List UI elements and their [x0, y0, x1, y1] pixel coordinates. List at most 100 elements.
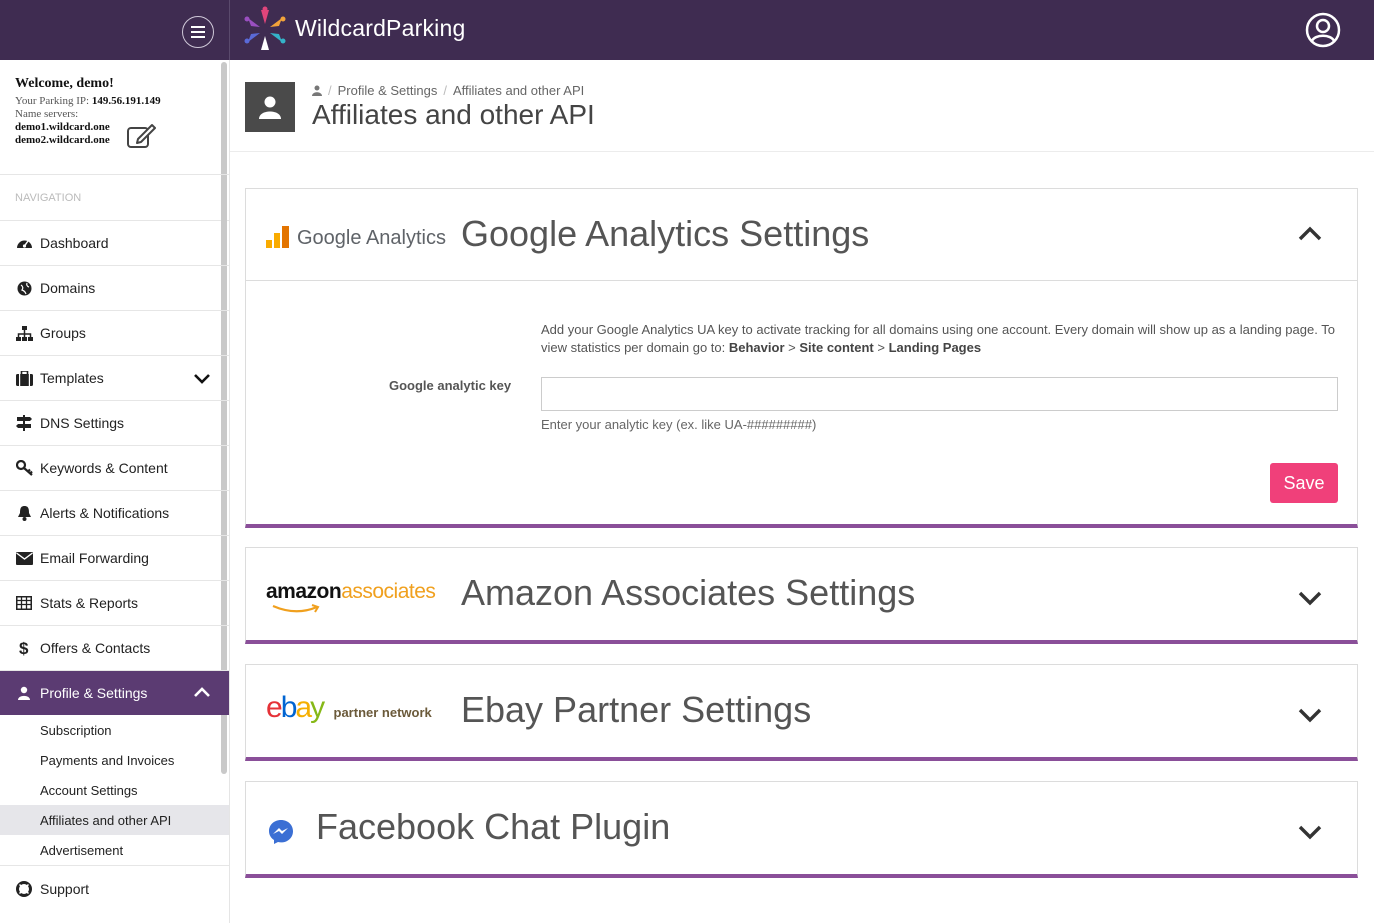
- ebay-partner-panel: ebay partner network Ebay Partner Settin…: [245, 664, 1358, 761]
- brand-name: WildcardParking: [295, 15, 466, 41]
- ebay-partner-title: Ebay Partner Settings: [461, 689, 812, 730]
- sidebar-item-label: Offers & Contacts: [40, 640, 151, 656]
- google-analytics-panel-header[interactable]: Google Analytics Google Analytics Settin…: [246, 189, 1357, 280]
- save-button[interactable]: Save: [1270, 463, 1338, 503]
- chevron-up-icon[interactable]: [1298, 222, 1322, 246]
- google-analytics-logo-icon: [266, 226, 289, 248]
- google-analytic-key-input[interactable]: [541, 377, 1338, 411]
- ebay-logo-a: a: [295, 691, 312, 724]
- sidebar-item-label: Email Forwarding: [40, 550, 149, 566]
- page-title: Affiliates and other API: [312, 99, 595, 130]
- sidebar-item-label: Dashboard: [40, 235, 109, 251]
- breadcrumb-separator: /: [443, 83, 447, 98]
- breadcrumb-current: Affiliates and other API: [452, 83, 585, 98]
- google-analytic-key-help: Enter your analytic key (ex. like UA-###…: [541, 417, 817, 432]
- chevron-down-icon[interactable]: [193, 369, 211, 387]
- hamburger-menu-button[interactable]: [182, 16, 214, 48]
- bell-icon: [15, 504, 33, 522]
- sidebar-item-stats-reports[interactable]: Stats & Reports: [0, 581, 229, 626]
- facebook-chat-panel-header[interactable]: Facebook Chat Plugin: [246, 782, 1357, 873]
- amazon-associates-title: Amazon Associates Settings: [461, 572, 916, 613]
- sidebar-item-label: Keywords & Content: [40, 460, 168, 476]
- top-bar: WildcardParking: [0, 0, 1374, 60]
- chevron-down-icon[interactable]: [1298, 703, 1322, 727]
- amazon-associates-panel: amazonassociates Amazon Associates Setti…: [245, 547, 1358, 644]
- facebook-chat-panel: Facebook Chat Plugin: [245, 781, 1358, 878]
- name-servers-label: Name servers:: [15, 108, 79, 120]
- user-icon: [259, 96, 281, 119]
- google-analytic-key-label: Google analytic key: [389, 378, 512, 393]
- name-server-1: demo1.wildcard.one: [15, 121, 110, 133]
- sidebar-item-support[interactable]: Support: [0, 866, 229, 911]
- table-icon: [15, 594, 33, 612]
- sidebar-item-alerts[interactable]: Alerts & Notifications: [0, 491, 229, 536]
- path-separator: >: [788, 340, 796, 355]
- submenu-item-advertisement[interactable]: Advertisement: [0, 835, 229, 865]
- facebook-chat-title: Facebook Chat Plugin: [316, 806, 671, 847]
- sidebar-item-email-forwarding[interactable]: Email Forwarding: [0, 536, 229, 581]
- path-behavior: Behavior: [728, 340, 785, 355]
- sidebar-item-label: Alerts & Notifications: [40, 505, 170, 521]
- partner-network-text: partner network: [333, 705, 432, 720]
- sidebar-item-label: Stats & Reports: [40, 595, 139, 611]
- parking-ip-label: Your Parking IP:: [15, 95, 90, 107]
- path-site-content: Site content: [799, 340, 874, 355]
- wildcard-logo-icon: [244, 6, 286, 50]
- page-header: / Profile & Settings / Affiliates and ot…: [230, 60, 1374, 152]
- topbar-divider: [229, 0, 230, 60]
- sidebar-item-label: Domains: [40, 280, 96, 296]
- chevron-down-icon[interactable]: [1298, 586, 1322, 610]
- sidebar-item-offers-contacts[interactable]: $ Offers & Contacts: [0, 626, 229, 671]
- home-user-icon[interactable]: [312, 85, 322, 96]
- sidebar-item-label: Templates: [40, 370, 104, 386]
- key-icon: [15, 459, 33, 477]
- sidebar-item-domains[interactable]: Domains: [0, 266, 229, 311]
- breadcrumb-separator: /: [328, 83, 332, 98]
- path-separator: >: [877, 340, 885, 355]
- parking-ip-line: Your Parking IP: 149.56.191.149: [15, 95, 229, 108]
- chevron-up-icon[interactable]: [193, 684, 211, 702]
- sidebar-item-label: DNS Settings: [40, 415, 125, 431]
- submenu-item-affiliates-api[interactable]: Affiliates and other API: [0, 805, 229, 835]
- navigation-header: NAVIGATION: [0, 175, 229, 221]
- welcome-block: Welcome, demo! Your Parking IP: 149.56.1…: [0, 60, 229, 175]
- welcome-text: Welcome, demo!: [15, 76, 114, 91]
- breadcrumb-profile-settings[interactable]: Profile & Settings: [338, 83, 438, 98]
- ebay-logo-e: e: [266, 691, 283, 724]
- globe-icon: [15, 279, 33, 297]
- sidebar-item-groups[interactable]: Groups: [0, 311, 229, 356]
- amazon-associates-logo: amazonassociates: [266, 580, 436, 604]
- google-analytics-logo-text: Google Analytics: [297, 227, 446, 249]
- sidebar-item-profile-settings[interactable]: Profile & Settings: [0, 671, 229, 715]
- ebay-logo-y: y: [310, 691, 325, 724]
- chevron-down-icon[interactable]: [1298, 820, 1322, 844]
- briefcase-icon: [15, 369, 33, 387]
- ebay-logo-b: b: [280, 691, 298, 724]
- signpost-icon: [15, 414, 33, 432]
- lifebuoy-icon: [15, 880, 33, 898]
- user-icon: [15, 684, 33, 702]
- submenu-item-subscription[interactable]: Subscription: [0, 715, 229, 745]
- submenu-item-account-settings[interactable]: Account Settings: [0, 775, 229, 805]
- sidebar-item-templates[interactable]: Templates: [0, 356, 229, 401]
- envelope-icon: [15, 549, 33, 567]
- sidebar-item-label: Support: [40, 880, 90, 897]
- user-account-button[interactable]: [1305, 12, 1341, 48]
- sidebar-item-dashboard[interactable]: Dashboard: [0, 221, 229, 266]
- sidebar-item-label: Profile & Settings: [40, 685, 148, 701]
- submenu-item-payments-invoices[interactable]: Payments and Invoices: [0, 745, 229, 775]
- sidebar-item-dns-settings[interactable]: DNS Settings: [0, 401, 229, 446]
- sidebar: Welcome, demo! Your Parking IP: 149.56.1…: [0, 60, 230, 923]
- hamburger-icon: [191, 26, 205, 38]
- sidebar-item-keywords-content[interactable]: Keywords & Content: [0, 446, 229, 491]
- profile-settings-submenu: Subscription Payments and Invoices Accou…: [0, 715, 229, 866]
- messenger-icon: [269, 820, 293, 844]
- ebay-partner-panel-header[interactable]: ebay partner network Ebay Partner Settin…: [246, 665, 1357, 756]
- google-analytics-panel: Google Analytics Google Analytics Settin…: [245, 188, 1358, 528]
- amazon-associates-panel-header[interactable]: amazonassociates Amazon Associates Setti…: [246, 548, 1357, 639]
- edit-name-servers-icon[interactable]: [126, 123, 156, 149]
- path-landing-pages: Landing Pages: [888, 340, 982, 355]
- associates-logo-text: associates: [341, 580, 436, 603]
- sidebar-item-label: Groups: [40, 325, 86, 341]
- svg-text:$: $: [19, 639, 29, 657]
